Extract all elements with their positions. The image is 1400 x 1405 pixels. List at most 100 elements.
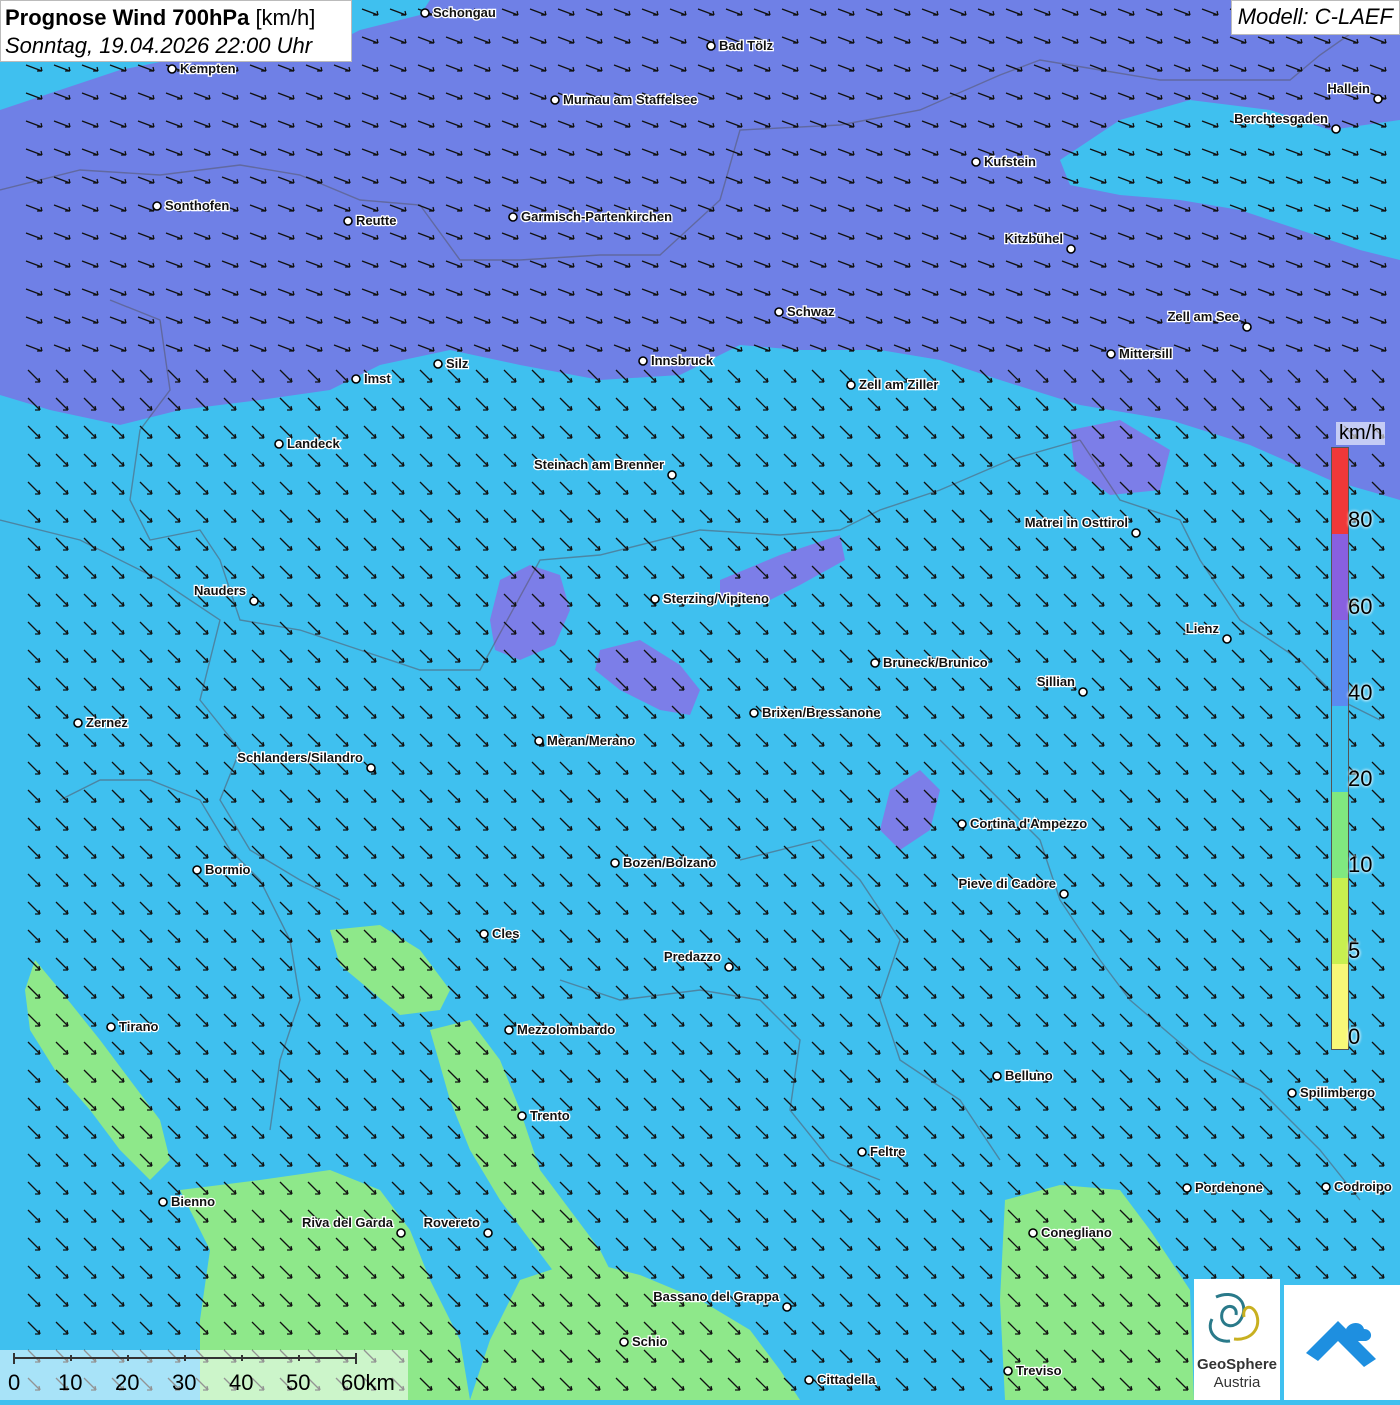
city-label: Zernez bbox=[86, 715, 128, 730]
legend-segment-0-5 bbox=[1332, 964, 1348, 1049]
city-marker: Pordenone bbox=[1182, 1179, 1264, 1196]
city-label: Lienz bbox=[1186, 621, 1220, 636]
city-dot bbox=[167, 64, 177, 74]
city-label: Steinach am Brenner bbox=[534, 457, 664, 472]
city-label: Zell am Ziller bbox=[859, 377, 938, 392]
city-label: Zell am See bbox=[1167, 309, 1239, 324]
city-label: Silz bbox=[446, 356, 469, 371]
legend-label-60: 60 bbox=[1348, 594, 1373, 619]
legend-label-40: 40 bbox=[1348, 680, 1373, 705]
legend-segment-80-plus bbox=[1332, 448, 1348, 534]
cloud-arrow-logo-icon bbox=[1306, 1321, 1376, 1367]
city-dot bbox=[1028, 1228, 1038, 1238]
city-dot bbox=[420, 8, 430, 18]
city-label: Codroipo bbox=[1334, 1179, 1392, 1194]
city-dot bbox=[957, 819, 967, 829]
legend-label-20: 20 bbox=[1348, 766, 1373, 791]
model-label: Modell: C-LAEF bbox=[1230, 0, 1400, 35]
map-title: Prognose Wind 700hPa [km/h] bbox=[5, 4, 347, 32]
city-label: Sterzing/Vipiteno bbox=[663, 591, 769, 606]
city-dot bbox=[846, 380, 856, 390]
city-dot bbox=[619, 1337, 629, 1347]
city-label: Schio bbox=[632, 1334, 667, 1349]
city-label: Berchtesgaden bbox=[1234, 111, 1328, 126]
legend-segment-60-80 bbox=[1332, 534, 1348, 620]
scale-bar-ticks bbox=[13, 1353, 357, 1364]
city-dot bbox=[504, 1025, 514, 1035]
scale-label-0: 0 bbox=[8, 1370, 21, 1395]
city-dot bbox=[706, 41, 716, 51]
city-label: Kempten bbox=[180, 61, 236, 76]
city-label: Predazzo bbox=[664, 949, 721, 964]
cloud-arrow-logo[interactable] bbox=[1284, 1285, 1400, 1400]
city-dot bbox=[1078, 687, 1088, 697]
city-marker: Mezzolombardo bbox=[504, 1021, 617, 1038]
city-dot bbox=[1131, 528, 1141, 538]
city-marker: Brixen/Bressanone bbox=[749, 704, 882, 721]
forecast-datetime: Sonntag, 19.04.2026 22:00 Uhr bbox=[5, 33, 313, 58]
city-dot bbox=[517, 1111, 527, 1121]
city-label: Tirano bbox=[119, 1019, 159, 1034]
city-dot bbox=[1222, 634, 1232, 644]
city-label: Meran/Merano bbox=[547, 733, 635, 748]
title-box: Prognose Wind 700hPa [km/h] Sonntag, 19.… bbox=[0, 0, 352, 62]
city-marker: Sterzing/Vipiteno bbox=[650, 590, 770, 607]
city-dot bbox=[396, 1228, 406, 1238]
city-dot bbox=[158, 1197, 168, 1207]
city-label: Trento bbox=[530, 1108, 570, 1123]
legend-segment-20-40 bbox=[1332, 706, 1348, 792]
city-label: Bozen/Bolzano bbox=[623, 855, 716, 870]
geosphere-logo-text: GeoSphere bbox=[1196, 1356, 1278, 1373]
city-label: Hallein bbox=[1327, 81, 1370, 96]
scale-label-40: 40 bbox=[229, 1370, 254, 1395]
city-marker: Garmisch-Partenkirchen bbox=[508, 208, 673, 225]
legend-unit: km/h bbox=[1336, 422, 1386, 445]
city-dot bbox=[433, 359, 443, 369]
city-label: Treviso bbox=[1016, 1363, 1062, 1378]
city-dot bbox=[534, 736, 544, 746]
city-dot bbox=[749, 708, 759, 718]
city-marker: Bruneck/Brunico bbox=[870, 654, 989, 671]
city-marker: Sonthofen bbox=[152, 197, 231, 214]
city-dot bbox=[483, 1228, 493, 1238]
legend-bar bbox=[1331, 447, 1349, 1050]
scale-bar: 0 10 20 30 40 50 60km bbox=[0, 1350, 408, 1400]
city-marker: Meran/Merano bbox=[534, 732, 636, 749]
city-label: Mittersill bbox=[1119, 346, 1172, 361]
city-dot bbox=[992, 1071, 1002, 1081]
geosphere-logo[interactable]: GeoSphere Austria bbox=[1194, 1279, 1280, 1400]
city-dot bbox=[366, 763, 376, 773]
city-label: Garmisch-Partenkirchen bbox=[521, 209, 672, 224]
city-label: Matrei in Osttirol bbox=[1025, 515, 1128, 530]
city-dot bbox=[152, 201, 162, 211]
city-dot bbox=[249, 596, 259, 606]
city-label: Conegliano bbox=[1041, 1225, 1112, 1240]
scale-label-30: 30 bbox=[172, 1370, 197, 1395]
city-label: Bassano del Grappa bbox=[653, 1289, 779, 1304]
map-title-unit: [km/h] bbox=[255, 5, 316, 30]
city-label: Pieve di Cadore bbox=[958, 876, 1056, 891]
city-label: Brixen/Bressanone bbox=[762, 705, 881, 720]
city-label: Cittadella bbox=[817, 1372, 876, 1387]
legend-segment-40-60 bbox=[1332, 620, 1348, 706]
city-dot bbox=[1373, 94, 1383, 104]
city-label: Murnau am Staffelsee bbox=[563, 92, 697, 107]
city-label: Schwaz bbox=[787, 304, 835, 319]
city-label: Cortina d'Ampezzo bbox=[970, 816, 1087, 831]
city-dot bbox=[804, 1375, 814, 1385]
wind-map: Schongau Bad Tölz Kempten Murnau am Staffel… bbox=[0, 0, 1400, 1400]
map-title-main: Prognose Wind 700hPa bbox=[5, 5, 250, 30]
city-label: Cles bbox=[492, 926, 519, 941]
city-dot bbox=[638, 356, 648, 366]
legend-label-5: 5 bbox=[1348, 938, 1361, 963]
city-label: Riva del Garda bbox=[302, 1215, 394, 1230]
city-dot bbox=[550, 95, 560, 105]
city-dot bbox=[782, 1302, 792, 1312]
scale-label-20: 20 bbox=[115, 1370, 140, 1395]
city-label: Bad Tölz bbox=[719, 38, 774, 53]
city-marker: Bozen/Bolzano bbox=[610, 854, 717, 871]
city-marker: Cortina d'Ampezzo bbox=[957, 815, 1089, 832]
city-label: Kufstein bbox=[984, 154, 1036, 169]
city-label: Bruneck/Brunico bbox=[883, 655, 988, 670]
city-label: Landeck bbox=[287, 436, 341, 451]
